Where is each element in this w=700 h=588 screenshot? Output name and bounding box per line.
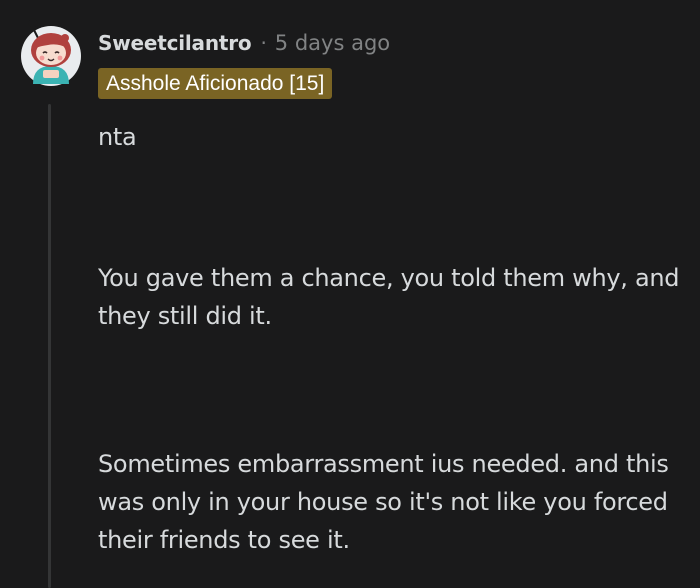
comment-timestamp[interactable]: 5 days ago	[275, 31, 390, 55]
user-flair: Asshole Aficionado [15]	[98, 68, 333, 99]
comment-paragraph: nta	[98, 123, 137, 151]
comment-meta: Sweetcilantro · 5 days ago	[98, 28, 390, 58]
comment-paragraph: You gave them a chance, you told them wh…	[98, 264, 680, 330]
meta-separator: ·	[260, 31, 267, 55]
avatar[interactable]	[20, 16, 82, 88]
comment-paragraph: Sometimes embarrassment ius needed. and …	[98, 450, 669, 554]
user-avatar-icon	[21, 18, 81, 86]
comment: Sweetcilantro · 5 days ago Asshole Afici…	[0, 0, 700, 588]
author-username[interactable]: Sweetcilantro	[98, 31, 252, 55]
thread-collapse-line[interactable]	[48, 104, 51, 588]
